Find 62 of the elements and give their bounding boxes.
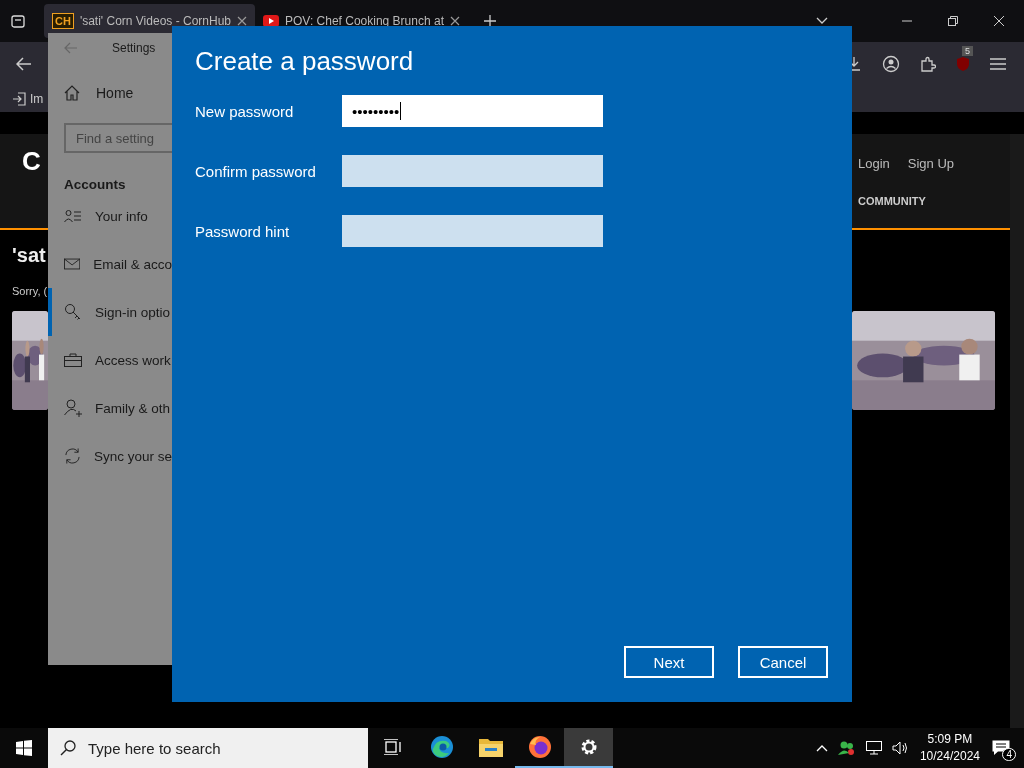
new-tab-icon[interactable] bbox=[484, 15, 496, 27]
account-icon[interactable] bbox=[882, 55, 900, 73]
chevron-up-icon[interactable] bbox=[815, 744, 828, 752]
network-icon[interactable] bbox=[865, 741, 882, 755]
menu-link[interactable]: COMMUNITY bbox=[858, 195, 1010, 207]
key-icon bbox=[64, 303, 82, 321]
dialog-button[interactable]: Cancel bbox=[738, 646, 828, 678]
search-icon bbox=[60, 740, 76, 756]
clock-date[interactable]: 10/24/2024 bbox=[919, 748, 980, 765]
briefcase-icon bbox=[64, 353, 82, 367]
nav-item[interactable]: Family & oth bbox=[48, 384, 172, 432]
nav-item[interactable]: Email & acco bbox=[48, 240, 172, 288]
edge-icon bbox=[429, 735, 454, 759]
video-play-icon bbox=[263, 15, 279, 27]
close-icon[interactable] bbox=[237, 16, 247, 26]
menu-icon[interactable] bbox=[990, 58, 1006, 70]
nav-item[interactable]: Sync your se bbox=[48, 432, 172, 480]
field-label: Password hint bbox=[195, 222, 291, 240]
search-field[interactable]: Find a setting bbox=[64, 123, 172, 153]
task-view-icon bbox=[383, 739, 402, 755]
notice-text: Sorry, ( bbox=[12, 285, 48, 297]
dialog-title: Create a password bbox=[195, 46, 415, 77]
password-field[interactable] bbox=[342, 155, 603, 187]
dialog-button[interactable]: Next bbox=[624, 646, 714, 678]
tab-list-icon[interactable] bbox=[10, 13, 26, 29]
sync-icon bbox=[64, 447, 81, 465]
home-icon bbox=[64, 85, 80, 101]
search-box[interactable]: Type here to search bbox=[48, 728, 368, 768]
firefox-icon bbox=[527, 735, 552, 759]
import-icon[interactable] bbox=[12, 92, 26, 106]
close-icon[interactable] bbox=[450, 16, 460, 26]
puzzle-icon[interactable] bbox=[920, 56, 936, 72]
home-item[interactable]: Home bbox=[48, 55, 172, 101]
mail-icon bbox=[64, 257, 81, 271]
field-label: New password bbox=[195, 102, 295, 120]
people-icon[interactable] bbox=[837, 740, 856, 756]
folder-icon bbox=[478, 737, 503, 757]
extension-badge: 5 bbox=[962, 46, 973, 56]
restore-icon[interactable] bbox=[948, 16, 958, 26]
nav-link[interactable]: Sign Up bbox=[907, 156, 955, 171]
scrollbar[interactable] bbox=[1010, 134, 1024, 728]
nav-item[interactable]: Your info bbox=[48, 192, 172, 240]
volume-icon[interactable] bbox=[891, 741, 910, 755]
notification-count: 4 bbox=[1002, 748, 1016, 761]
taskbar-app[interactable] bbox=[564, 728, 613, 768]
person-list-icon bbox=[64, 209, 82, 223]
page-heading: 'sat bbox=[12, 244, 46, 267]
section-heading: Accounts bbox=[63, 176, 127, 192]
windows-logo-icon bbox=[16, 740, 32, 756]
site-logo-icon: CH bbox=[52, 13, 74, 29]
field-label: Confirm password bbox=[195, 162, 317, 180]
site-logo[interactable]: C bbox=[22, 146, 41, 177]
nav-item[interactable]: Access work bbox=[48, 336, 172, 384]
close-icon[interactable] bbox=[994, 16, 1004, 26]
window-title: Settings bbox=[112, 41, 156, 55]
password-field[interactable] bbox=[342, 215, 603, 247]
bookmark-link[interactable]: Im bbox=[30, 92, 44, 106]
chevron-down-icon[interactable] bbox=[816, 17, 828, 25]
clock-time[interactable]: 5:09 PM bbox=[927, 731, 973, 748]
password-field[interactable]: ••••••••• bbox=[342, 95, 603, 127]
person-add-icon bbox=[64, 399, 82, 417]
nav-link[interactable]: Login bbox=[858, 156, 890, 171]
